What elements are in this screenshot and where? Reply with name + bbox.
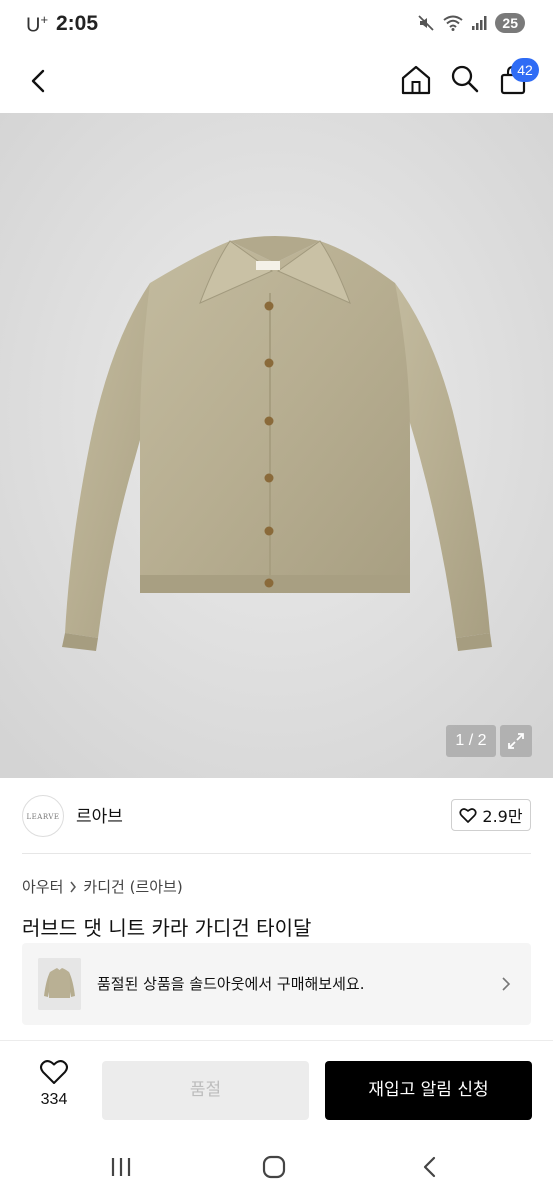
image-counter: 1 / 2 — [446, 725, 496, 757]
signal-icon — [472, 16, 487, 30]
brand-row[interactable]: LEARVE 르아브 2.9만 — [0, 778, 553, 854]
product-photo — [0, 113, 553, 778]
product-title: 러브드 댓 니트 카라 가디건 타이달 — [22, 916, 312, 940]
back-button[interactable] — [22, 64, 56, 98]
brand-logo[interactable]: LEARVE — [22, 795, 64, 837]
chevron-right-icon — [70, 881, 77, 892]
divider — [22, 853, 531, 854]
wishlist-count: 334 — [40, 1091, 68, 1108]
expand-icon — [508, 733, 524, 749]
brand-name[interactable]: 르아브 — [76, 802, 123, 827]
breadcrumb-subcategory[interactable]: 카디건 (르아브) — [83, 876, 182, 897]
breadcrumb-category[interactable]: 아우터 — [22, 876, 63, 897]
brand-like-button[interactable]: 2.9만 — [451, 799, 531, 831]
carrier-label: U+ — [26, 12, 49, 37]
restock-alert-button[interactable]: 재입고 알림 신청 — [325, 1061, 532, 1120]
search-button[interactable] — [448, 62, 482, 96]
battery-indicator: 25 — [495, 13, 525, 33]
home-button[interactable] — [398, 62, 434, 98]
product-image-gallery[interactable]: 1 / 2 — [0, 113, 553, 778]
nav-back-icon[interactable] — [420, 1155, 440, 1179]
status-icons: 25 — [417, 13, 525, 33]
soldout-banner[interactable]: 품절된 상품을 솔드아웃에서 구매해보세요. — [22, 943, 531, 1025]
clock: 2:05 — [56, 12, 99, 35]
mute-icon — [418, 15, 435, 31]
app-bar — [0, 50, 553, 113]
back-icon — [31, 69, 45, 93]
chevron-right-icon — [502, 977, 511, 991]
bottom-action-bar: 334 품절 재입고 알림 신청 — [0, 1040, 553, 1135]
soldout-thumbnail — [38, 958, 81, 1010]
soldout-banner-text: 품절된 상품을 솔드아웃에서 구매해보세요. — [97, 975, 365, 993]
recents-icon[interactable] — [108, 1155, 134, 1179]
expand-image-button[interactable] — [500, 725, 532, 757]
brand-like-count: 2.9만 — [482, 807, 523, 826]
home-icon — [401, 65, 431, 95]
cart-count-badge: 42 — [511, 58, 539, 82]
breadcrumb: 아우터 카디건 (르아브) — [22, 876, 183, 897]
wishlist-button[interactable]: 334 — [22, 1059, 86, 1119]
cardigan-thumbnail-image — [38, 958, 81, 1010]
wifi-icon — [443, 15, 464, 31]
system-nav-bar — [0, 1135, 553, 1200]
heart-icon — [40, 1060, 68, 1084]
nav-home-icon[interactable] — [261, 1155, 287, 1179]
status-bar: U+ 2:05 25 — [0, 0, 553, 50]
heart-icon — [459, 808, 478, 823]
soldout-button: 품절 — [102, 1061, 309, 1120]
search-icon — [451, 65, 479, 93]
